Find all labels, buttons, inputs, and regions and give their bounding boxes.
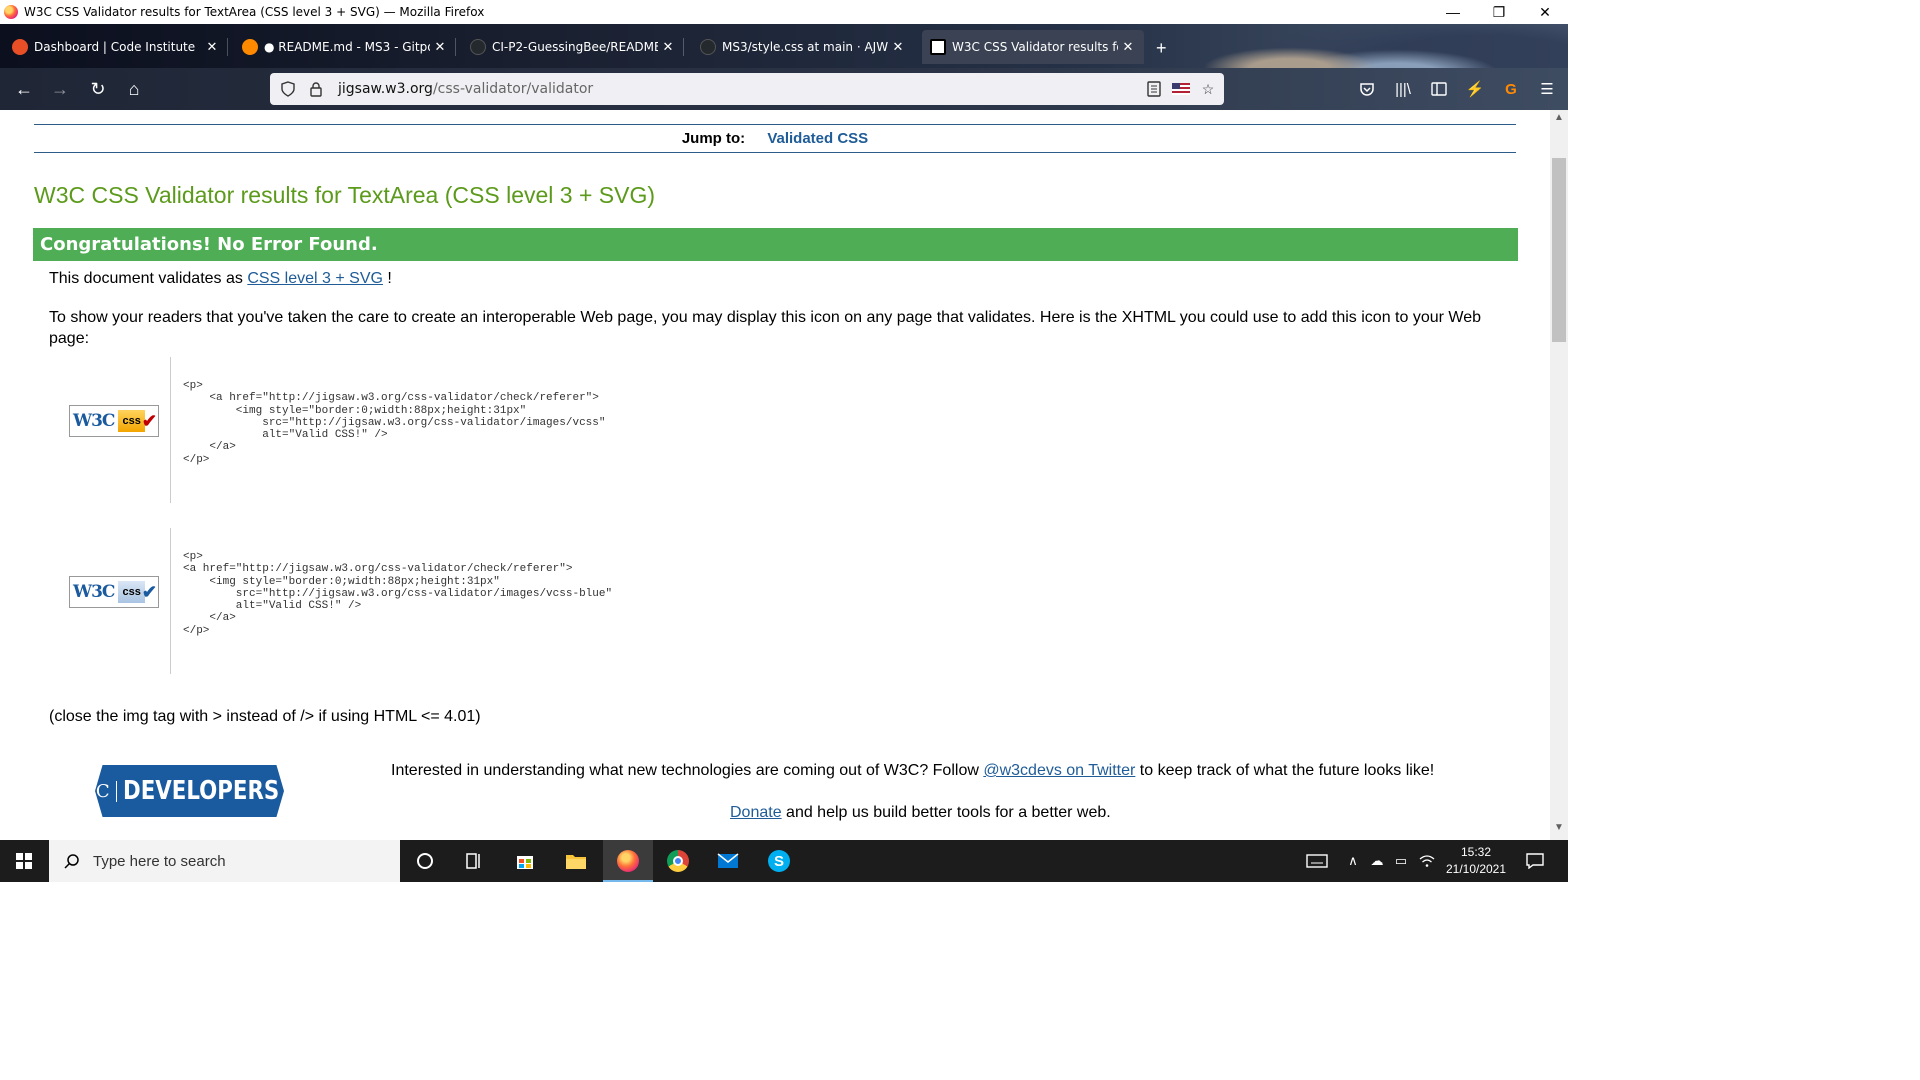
microsoft-store-icon[interactable] [510, 846, 540, 876]
gitpod-extension-icon[interactable]: G [1500, 77, 1522, 101]
firefox-window: W3C CSS Validator results for TextArea (… [0, 0, 1568, 882]
tracking-shield-icon[interactable] [278, 79, 298, 99]
file-explorer-icon[interactable] [561, 846, 591, 876]
tab-close-icon[interactable]: ✕ [202, 40, 222, 55]
scroll-thumb[interactable] [1552, 158, 1566, 342]
jump-validated-css-link[interactable]: Validated CSS [767, 130, 868, 147]
close-window-button[interactable]: ✕ [1522, 0, 1568, 24]
css-level-link[interactable]: CSS level 3 + SVG [247, 270, 383, 287]
tab-label: ● README.md - MS3 - Gitpod C [264, 40, 430, 54]
donate-link[interactable]: Donate [730, 804, 782, 821]
address-bar[interactable]: jigsaw.w3.org/css-validator/validator ☆ [270, 73, 1224, 105]
page-content: Jump to: Validated CSS W3C CSS Validator… [0, 110, 1550, 840]
task-view-icon[interactable] [459, 846, 489, 876]
clock-date: 21/10/2021 [1445, 862, 1507, 876]
minimize-button[interactable]: — [1430, 0, 1476, 24]
cortana-icon[interactable] [410, 846, 440, 876]
library-icon[interactable]: |||\ [1392, 77, 1414, 101]
skype-icon[interactable]: S [764, 846, 794, 876]
tab-close-icon[interactable]: ✕ [430, 40, 450, 55]
xhtml-snippet-gold: <p> <a href="http://jigsaw.w3.org/css-va… [183, 380, 606, 466]
divider [34, 152, 1516, 153]
menu-icon[interactable]: ☰ [1536, 77, 1558, 101]
page-scrollbar[interactable]: ▲ ▼ [1550, 110, 1568, 840]
developers-blurb: Interested in understanding what new tec… [391, 762, 1435, 779]
github-icon [700, 39, 716, 55]
tab-close-icon[interactable]: ✕ [888, 40, 908, 55]
back-button[interactable]: ← [12, 77, 36, 101]
icon-instructions: To show your readers that you've taken t… [49, 309, 1482, 347]
success-banner: Congratulations! No Error Found. [33, 228, 1518, 261]
close-tag-note: (close the img tag with > instead of /> … [49, 708, 481, 725]
new-tab-button[interactable]: + [1156, 38, 1167, 59]
page-title: W3C CSS Validator results for TextArea (… [34, 182, 656, 208]
github-icon [470, 39, 486, 55]
reader-view-icon[interactable] [1144, 79, 1164, 99]
xhtml-snippet-blue: <p> <a href="http://jigsaw.w3.org/css-va… [183, 551, 613, 637]
tab-dashboard[interactable]: Dashboard | Code Institute ✕ [4, 30, 228, 64]
donate-text: Donate and help us build better tools fo… [730, 804, 1111, 821]
tab-label: MS3/style.css at main · AJWest2 [722, 40, 888, 54]
valid-css-badge-gold[interactable]: W3C css ✔ [69, 405, 159, 437]
tab-label: CI-P2-GuessingBee/README.m [492, 40, 658, 54]
tab-github-guessingbee[interactable]: CI-P2-GuessingBee/README.m ✕ [462, 30, 684, 64]
tab-w3c-validator[interactable]: W3C CSS Validator results for Te ✕ [922, 30, 1144, 64]
check-icon: ✔ [141, 581, 157, 602]
scroll-down-arrow-icon[interactable]: ▼ [1550, 822, 1568, 838]
window-title-bar: W3C CSS Validator results for TextArea (… [0, 0, 1568, 24]
system-clock[interactable]: 15:32 21/10/2021 [1440, 844, 1512, 878]
jump-to-label: Jump to: [681, 130, 746, 147]
notifications-icon[interactable] [1520, 846, 1550, 876]
scroll-up-arrow-icon[interactable]: ▲ [1550, 112, 1568, 128]
search-icon [63, 852, 81, 870]
windows-logo-icon [16, 853, 32, 869]
tab-gitpod[interactable]: ● README.md - MS3 - Gitpod C ✕ [234, 30, 456, 64]
sidebar-icon[interactable] [1428, 77, 1450, 101]
extension-icon[interactable]: ⚡ [1464, 77, 1486, 101]
w3c-developers-logo[interactable]: W3C DEVELOPERS [95, 765, 284, 817]
validates-text: This document validates as CSS level 3 +… [49, 270, 392, 287]
tab-close-icon[interactable]: ✕ [1118, 40, 1138, 55]
code-block: <p> <a href="http://jigsaw.w3.org/css-va… [170, 357, 770, 503]
restore-button[interactable]: ❐ [1476, 0, 1522, 24]
valid-css-badge-blue[interactable]: W3C css ✔ [69, 576, 159, 608]
tab-github-style[interactable]: MS3/style.css at main · AJWest2 ✕ [692, 30, 914, 64]
tab-label: Dashboard | Code Institute [34, 40, 196, 54]
clock-time: 15:32 [1460, 845, 1492, 859]
start-button[interactable] [0, 840, 48, 882]
w3cdevs-twitter-link[interactable]: @w3cdevs on Twitter [983, 762, 1135, 779]
w3c-icon [930, 39, 946, 55]
window-title: W3C CSS Validator results for TextArea (… [24, 5, 485, 19]
tab-label: W3C CSS Validator results for Te [952, 40, 1118, 54]
firefox-icon [4, 5, 18, 19]
check-icon: ✔ [141, 410, 157, 431]
jump-to-nav: Jump to: Validated CSS [34, 130, 1516, 154]
taskbar-search-box[interactable]: Type here to search [49, 840, 400, 882]
firefox-taskbar-icon[interactable] [613, 846, 643, 876]
forward-button[interactable]: → [48, 77, 72, 101]
windows-taskbar: Type here to search S ∧ ☁ ▭ 15:32 21/10/… [0, 840, 1568, 882]
mail-icon[interactable] [713, 846, 743, 876]
theme-background-art [1140, 24, 1568, 68]
keyboard-icon[interactable] [1302, 846, 1332, 876]
us-flag-icon[interactable] [1172, 83, 1190, 95]
divider [34, 124, 1516, 125]
search-placeholder: Type here to search [93, 852, 226, 870]
reload-button[interactable]: ↻ [86, 77, 110, 101]
bookmark-star-icon[interactable]: ☆ [1198, 79, 1218, 99]
lock-icon[interactable] [306, 79, 326, 99]
tab-close-icon[interactable]: ✕ [658, 40, 678, 55]
chrome-icon[interactable] [663, 846, 693, 876]
wifi-icon[interactable] [1412, 846, 1442, 876]
code-institute-icon [12, 39, 28, 55]
pocket-icon[interactable] [1356, 77, 1378, 101]
tab-strip: Dashboard | Code Institute ✕ ● README.md… [0, 24, 1568, 68]
gitpod-icon [242, 39, 258, 55]
code-block: <p> <a href="http://jigsaw.w3.org/css-va… [170, 528, 770, 674]
url-text[interactable]: jigsaw.w3.org/css-validator/validator [338, 81, 593, 97]
home-button[interactable]: ⌂ [122, 77, 146, 101]
navigation-toolbar: ← → ↻ ⌂ jigsaw.w3.org/css-validator/vali… [0, 68, 1568, 110]
